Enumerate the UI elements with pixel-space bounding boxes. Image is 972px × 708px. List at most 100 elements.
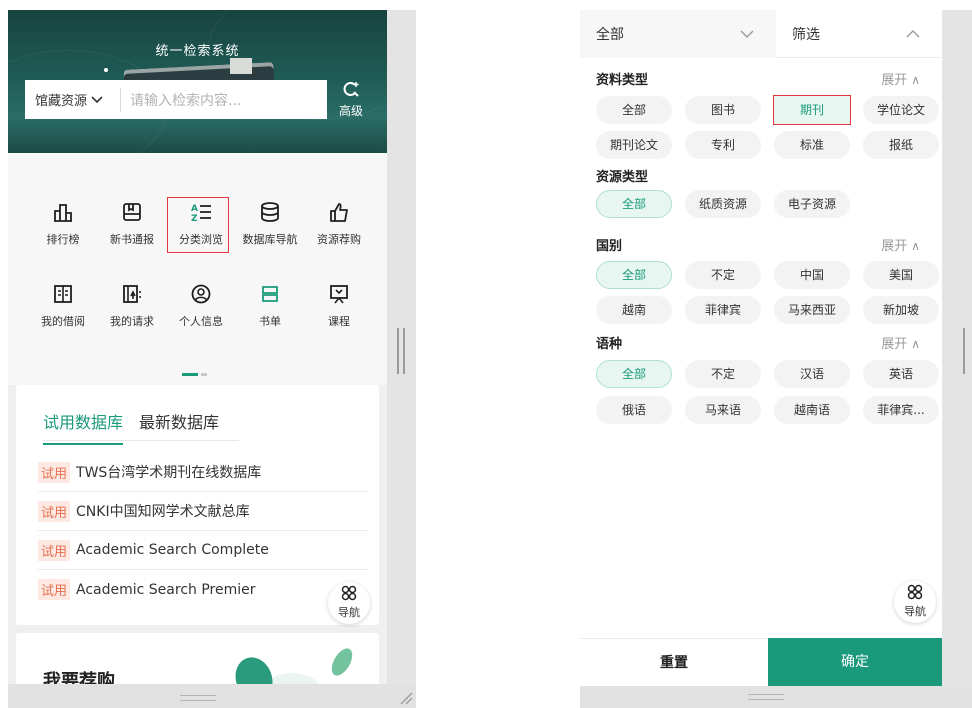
course-icon — [304, 283, 374, 309]
feature-resource-recommend[interactable]: 资源荐购 — [304, 201, 374, 247]
chip-country-china[interactable]: 中国 — [774, 261, 850, 289]
feature-personal-info[interactable]: 个人信息 — [166, 283, 236, 329]
chip-country-malaysia[interactable]: 马来西亚 — [774, 296, 850, 324]
chip-resource-electronic[interactable]: 电子资源 — [774, 190, 850, 218]
database-list: 试用 TWS台湾学术期刊在线数据库 试用 CNKI中国知网学术文献总库 试用 A… — [38, 453, 368, 609]
chip-language-unspecified[interactable]: 不定 — [685, 360, 761, 388]
feature-my-requests[interactable]: 我的请求 — [97, 283, 167, 329]
expand-label: 展开 — [881, 239, 908, 254]
chip-material-theses[interactable]: 学位论文 — [863, 96, 939, 124]
database-name: Academic Search Premier — [76, 581, 256, 598]
chip-material-standards[interactable]: 标准 — [774, 131, 850, 159]
feature-label: 个人信息 — [179, 315, 223, 328]
expand-material-type[interactable]: 展开 ∧ — [881, 69, 920, 88]
chip-material-patents[interactable]: 专利 — [685, 131, 761, 159]
chip-language-russian[interactable]: 俄语 — [596, 396, 672, 424]
filter-toolbar: 全部 筛选 — [580, 10, 942, 58]
feature-courses[interactable]: 课程 — [304, 283, 374, 329]
feature-my-borrowing[interactable]: 我的借阅 — [28, 283, 98, 329]
chevron-down-icon — [91, 93, 103, 107]
drag-handle-icon[interactable] — [963, 328, 971, 374]
search-input[interactable]: 请输入检索内容... — [121, 90, 241, 110]
chip-country-singapore[interactable]: 新加坡 — [863, 296, 939, 324]
chip-resource-all[interactable]: 全部 — [596, 190, 672, 218]
chip-material-books[interactable]: 图书 — [685, 96, 761, 124]
chip-language-vietnamese[interactable]: 越南语 — [774, 396, 850, 424]
chip-resource-print[interactable]: 纸质资源 — [685, 190, 761, 218]
chevron-up-icon — [906, 26, 920, 42]
drag-handle-icon[interactable] — [397, 328, 405, 374]
page-dot[interactable] — [201, 373, 207, 376]
feature-label: 新书通报 — [110, 233, 154, 246]
filter-screen: 全部 筛选 资料类型 展开 ∧ 全部 图书 期刊 学位论文 期刊论文 专利 标准 … — [580, 10, 972, 708]
chip-language-all[interactable]: 全部 — [596, 360, 672, 388]
nav-grid-icon — [894, 584, 936, 605]
feature-label: 我的借阅 — [41, 315, 85, 328]
chip-material-all[interactable]: 全部 — [596, 96, 672, 124]
filter-action-bar: 重置 确定 — [580, 638, 942, 686]
book-open-icon — [28, 283, 98, 309]
trial-badge: 试用 — [38, 579, 71, 600]
scope-dropdown[interactable]: 全部 — [580, 10, 776, 58]
nav-label: 导航 — [338, 606, 360, 619]
chip-language-malay[interactable]: 马来语 — [685, 396, 761, 424]
feature-grid: 排行榜 新书通报 AZ 分类浏览 数据库导航 资源荐购 我的借阅 我的请求 个人… — [8, 153, 387, 385]
feature-ranking[interactable]: 排行榜 — [28, 201, 98, 247]
chip-material-journal-articles[interactable]: 期刊论文 — [596, 131, 672, 159]
feature-booklist[interactable]: 书单 — [235, 283, 305, 329]
database-name: Academic Search Complete — [76, 542, 269, 558]
list-item[interactable]: 试用 Academic Search Premier — [38, 570, 368, 609]
feature-label: 我的请求 — [110, 315, 154, 328]
database-card: 试用数据库 最新数据库 试用 TWS台湾学术期刊在线数据库 试用 CNKI中国知… — [16, 385, 379, 625]
section-resource-type-title: 资源类型 — [596, 170, 649, 185]
search-scope-label: 馆藏资源 — [35, 94, 88, 109]
feature-database-nav[interactable]: 数据库导航 — [235, 201, 305, 247]
list-item[interactable]: 试用 TWS台湾学术期刊在线数据库 — [38, 453, 368, 492]
database-name: TWS台湾学术期刊在线数据库 — [76, 465, 262, 481]
section-language-title: 语种 — [596, 337, 623, 352]
floating-nav-button[interactable]: 导航 — [894, 581, 936, 623]
system-title: 统一检索系统 — [155, 44, 240, 59]
chip-country-philippines[interactable]: 菲律宾 — [685, 296, 761, 324]
feature-category-browse[interactable]: AZ 分类浏览 — [166, 197, 236, 253]
list-item[interactable]: 试用 Academic Search Complete — [38, 531, 368, 570]
feature-label: 课程 — [328, 315, 350, 328]
feature-new-books[interactable]: 新书通报 — [97, 201, 167, 247]
hero-banner: 统一检索系统 馆藏资源 请输入检索内容... 高级 — [8, 10, 387, 153]
search-scope-select[interactable]: 馆藏资源 — [25, 87, 121, 112]
scope-dropdown-label: 全部 — [596, 27, 624, 43]
filter-dropdown-label: 筛选 — [792, 27, 820, 43]
chevron-up-icon: ∧ — [911, 337, 920, 351]
chip-country-all[interactable]: 全部 — [596, 261, 672, 289]
expand-country[interactable]: 展开 ∧ — [881, 235, 920, 254]
bottom-resize-bar[interactable] — [580, 686, 972, 708]
reset-button[interactable]: 重置 — [580, 638, 768, 686]
chip-language-filipino[interactable]: 菲律宾... — [863, 396, 939, 424]
expand-label: 展开 — [881, 337, 908, 352]
search-bar: 馆藏资源 请输入检索内容... — [25, 80, 327, 119]
chip-language-chinese[interactable]: 汉语 — [774, 360, 850, 388]
advanced-label: 高级 — [338, 104, 363, 118]
chip-country-unspecified[interactable]: 不定 — [685, 261, 761, 289]
chip-country-vietnam[interactable]: 越南 — [596, 296, 672, 324]
nav-grid-icon — [328, 585, 370, 606]
section-material-type-title: 资料类型 — [596, 73, 649, 88]
filter-dropdown[interactable]: 筛选 — [776, 10, 942, 58]
chip-material-journals[interactable]: 期刊 — [774, 96, 850, 124]
pagination-dots — [182, 364, 210, 383]
chip-language-english[interactable]: 英语 — [863, 360, 939, 388]
page-dot-active[interactable] — [182, 373, 198, 376]
user-icon — [166, 283, 236, 309]
list-item[interactable]: 试用 CNKI中国知网学术文献总库 — [38, 492, 368, 531]
advanced-search-button[interactable]: 高级 — [335, 80, 367, 122]
advanced-search-icon — [335, 80, 367, 103]
bottom-resize-bar[interactable] — [8, 684, 416, 708]
chip-material-newspapers[interactable]: 报纸 — [863, 131, 939, 159]
confirm-button[interactable]: 确定 — [768, 638, 942, 686]
expand-language[interactable]: 展开 ∧ — [881, 333, 920, 352]
floating-nav-button[interactable]: 导航 — [328, 582, 370, 624]
resize-grip-icon[interactable] — [399, 690, 413, 705]
request-icon — [97, 283, 167, 309]
home-page: 统一检索系统 馆藏资源 请输入检索内容... 高级 排行榜 新书通报 A Z 分… — [8, 10, 387, 708]
chip-country-usa[interactable]: 美国 — [863, 261, 939, 289]
